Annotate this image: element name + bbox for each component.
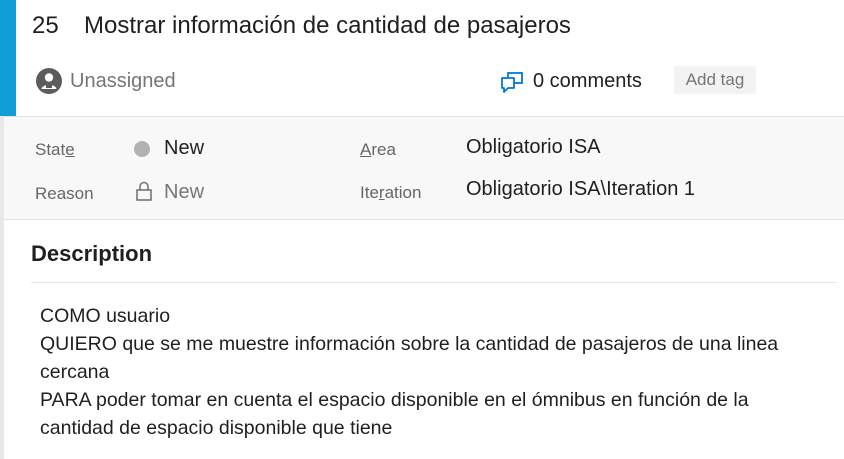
iteration-value[interactable]: Obligatorio ISA\Iteration 1 [466, 178, 695, 201]
reason-value: New [164, 181, 205, 203]
state-label-accesskey: e [65, 140, 75, 159]
state-label-text: Stat [35, 140, 66, 159]
state-value[interactable]: New [164, 137, 204, 160]
description-heading: Description [31, 241, 153, 266]
state-indicator-icon [134, 141, 150, 157]
description-line: COMO usuario [40, 305, 171, 327]
description-line: PARA poder tomar en cuenta el espacio di… [40, 389, 749, 411]
work-item-id: 25 [32, 12, 59, 39]
area-value[interactable]: Obligatorio ISA [466, 136, 601, 159]
iteration-label-text-post: ation [384, 183, 422, 202]
work-item-type-color-bar [0, 0, 16, 116]
assignee-picker[interactable]: Unassigned [36, 68, 176, 94]
area-label: Area [360, 140, 396, 160]
reason-label: Reason [35, 184, 94, 203]
area-label-accesskey: A [360, 140, 372, 159]
description-editor[interactable]: COMO usuario QUIERO que se me muestre in… [40, 302, 830, 442]
work-item-title[interactable]: Mostrar información de cantidad de pasaj… [84, 12, 571, 40]
user-avatar-icon [36, 68, 62, 94]
assignee-label: Unassigned [70, 69, 176, 92]
description-line: cercana [40, 361, 110, 383]
description-divider [31, 282, 836, 283]
lock-icon [136, 181, 152, 201]
description-line: cantidad de espacio disponible que tiene [40, 417, 393, 439]
comments-icon [501, 71, 523, 93]
add-tag-button[interactable]: Add tag [674, 66, 756, 94]
comments-count: 0 comments [533, 70, 642, 92]
work-item-fields: State New Reason New Area Obligatorio IS… [4, 116, 844, 220]
work-item-header: 25 Mostrar información de cantidad de pa… [16, 0, 844, 116]
state-label: State [35, 140, 75, 160]
iteration-label: Iteration [360, 183, 421, 203]
area-label-text: rea [371, 140, 396, 159]
description-line: QUIERO que se me muestre información sob… [40, 333, 779, 355]
iteration-label-text-pre: Ite [360, 183, 379, 202]
comments-link[interactable]: 0 comments [500, 70, 642, 93]
